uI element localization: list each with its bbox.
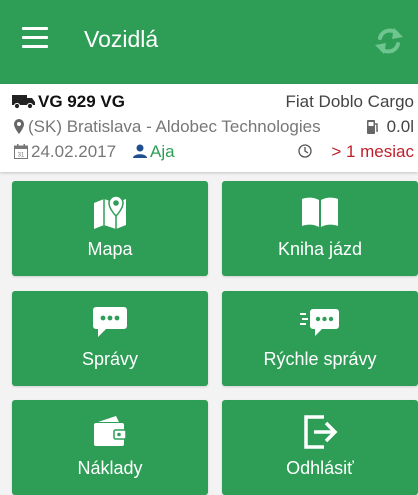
last-update-status: > 1 mesiac (331, 142, 414, 161)
page-title: Vozidlá (84, 26, 159, 52)
vehicle-card[interactable]: VG 929 VG Fiat Doblo Cargo (SK) Bratisla… (0, 84, 418, 172)
chat-icon (93, 307, 127, 337)
tile-logout-label: Odhlásiť (286, 458, 354, 478)
fuel-icon (367, 120, 378, 134)
tile-quick-messages[interactable]: Rýchle správy (222, 291, 418, 386)
user-icon (133, 144, 147, 158)
tile-expenses-label: Náklady (77, 458, 143, 478)
date-label: 24.02.2017 (31, 142, 117, 161)
truck-icon (12, 95, 35, 109)
menu-button[interactable] (22, 27, 48, 51)
map-pin-icon (94, 195, 126, 229)
vehicle-address: (SK) Bratislava - Aldobec Technologies (28, 117, 321, 136)
tile-messages-label: Správy (81, 349, 139, 369)
fuel-level: 0.0l (386, 117, 414, 136)
tile-messages[interactable]: Správy (12, 291, 208, 386)
tile-expenses[interactable]: Náklady (12, 400, 208, 495)
svg-text:31: 31 (18, 153, 25, 159)
tile-quick-messages-label: Rýchle správy (263, 349, 377, 369)
quick-chat-icon (300, 309, 339, 336)
app-bar: Vozidlá (0, 0, 418, 84)
tile-map-label: Mapa (87, 239, 133, 259)
book-icon (302, 197, 338, 227)
vehicle-model: Fiat Doblo Cargo (285, 92, 414, 111)
sync-icon[interactable] (372, 24, 406, 58)
logout-icon (304, 415, 338, 449)
tile-map[interactable]: Mapa (12, 181, 208, 276)
clock-icon (298, 144, 312, 158)
tile-logout[interactable]: Odhlásiť (222, 400, 418, 495)
driver-name: Aja (150, 142, 175, 161)
location-icon (14, 119, 24, 134)
tile-logbook[interactable]: Kniha jázd (222, 181, 418, 276)
vehicle-plate: VG 929 VG (38, 92, 125, 111)
tile-logbook-label: Kniha jázd (277, 239, 363, 259)
calendar-icon: 31 (14, 144, 28, 159)
wallet-icon (94, 416, 127, 446)
